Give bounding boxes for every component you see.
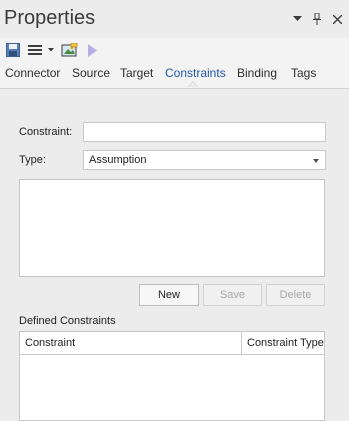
type-select[interactable]: Assumption xyxy=(83,150,326,170)
column-header-constraint-type[interactable]: Constraint Type xyxy=(241,332,324,354)
image-icon[interactable] xyxy=(60,41,78,59)
table-header: Constraint Constraint Type xyxy=(20,332,324,355)
dropdown-menu-icon[interactable] xyxy=(291,12,303,26)
delete-button[interactable]: Delete xyxy=(266,284,325,306)
tab-strip: Connector Source Target Constraints Bind… xyxy=(0,62,349,89)
active-tab-indicator xyxy=(188,81,198,87)
play-icon[interactable] xyxy=(86,41,98,59)
defined-constraints-label: Defined Constraints xyxy=(19,315,116,327)
menu-dropdown-icon[interactable] xyxy=(46,41,56,59)
constraint-input[interactable] xyxy=(83,122,326,142)
type-select-value: Assumption xyxy=(89,154,147,166)
tab-constraints[interactable]: Constraints xyxy=(165,66,226,80)
save-icon[interactable] xyxy=(5,41,21,59)
chevron-down-icon xyxy=(313,159,319,163)
window-controls xyxy=(291,12,343,26)
notes-textarea[interactable] xyxy=(19,179,325,277)
tab-tags[interactable]: Tags xyxy=(291,66,316,80)
window-title: Properties xyxy=(4,7,96,29)
save-button[interactable]: Save xyxy=(203,284,262,306)
close-icon[interactable] xyxy=(331,12,343,26)
title-bar: Properties xyxy=(0,0,349,38)
type-label: Type: xyxy=(19,154,46,166)
tab-binding[interactable]: Binding xyxy=(237,66,277,80)
tab-connector[interactable]: Connector xyxy=(5,66,60,80)
tab-source[interactable]: Source xyxy=(72,66,110,80)
constraints-table[interactable]: Constraint Constraint Type xyxy=(19,331,325,421)
column-header-constraint[interactable]: Constraint xyxy=(20,332,241,354)
new-button[interactable]: New xyxy=(139,284,199,306)
toolbar xyxy=(0,38,349,62)
tab-target[interactable]: Target xyxy=(120,66,153,80)
pin-icon[interactable] xyxy=(311,12,323,26)
menu-icon[interactable] xyxy=(27,41,43,59)
constraint-label: Constraint: xyxy=(19,126,73,138)
